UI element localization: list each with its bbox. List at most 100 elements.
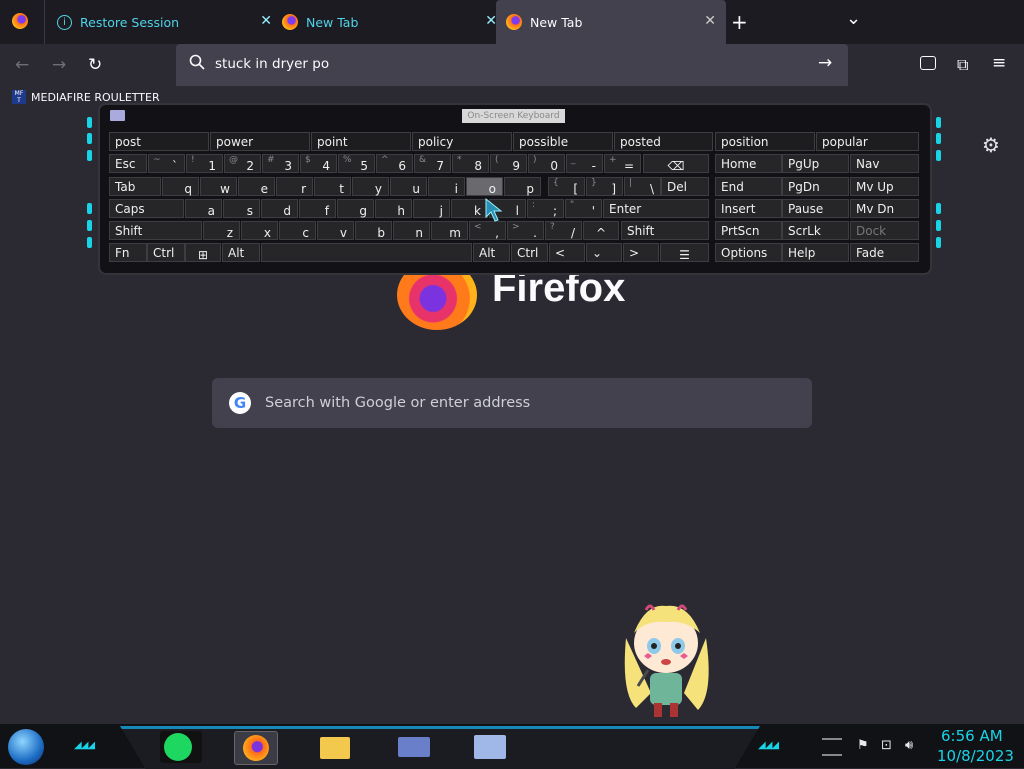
key-sym-0[interactable]: {[ xyxy=(548,177,585,196)
prediction-7[interactable]: position xyxy=(715,132,815,151)
key-6[interactable]: ^ 6 xyxy=(376,154,413,173)
close-tab-icon[interactable]: ✕ xyxy=(704,13,716,29)
start-button[interactable] xyxy=(8,729,44,765)
key-del[interactable]: Del xyxy=(661,177,709,196)
key-d[interactable]: d xyxy=(261,199,298,218)
spotify-icon[interactable] xyxy=(160,731,202,763)
prediction-5[interactable]: possible xyxy=(513,132,613,151)
key-scrlk[interactable]: ScrLk xyxy=(782,221,849,240)
key-n[interactable]: n xyxy=(393,221,430,240)
extensions-icon[interactable]: ⧉ xyxy=(957,55,968,75)
list-all-tabs-button[interactable]: ⌄ xyxy=(846,8,861,29)
key-right[interactable]: > xyxy=(623,243,659,262)
key-sym-2[interactable]: | \ xyxy=(624,177,661,196)
tab-restore-session[interactable]: i Restore Session ✕ xyxy=(44,0,282,44)
key-punct-1[interactable]: " ' xyxy=(565,199,602,218)
key-h[interactable]: h xyxy=(375,199,412,218)
address-input[interactable]: stuck in dryer po xyxy=(215,56,329,72)
key-help[interactable]: Help xyxy=(782,243,849,262)
key-prtscn[interactable]: PrtScn xyxy=(715,221,782,240)
key--[interactable]: _ - xyxy=(566,154,603,173)
show-desktop-icon[interactable] xyxy=(822,738,842,756)
control-panel-icon[interactable] xyxy=(392,731,434,763)
key-t[interactable]: t xyxy=(314,177,351,196)
key-down[interactable]: ⌄ xyxy=(586,243,622,262)
key-mv-up[interactable]: Mv Up xyxy=(850,177,919,196)
key-enter[interactable]: Enter xyxy=(603,199,709,218)
key-ctrl-left[interactable]: Ctrl xyxy=(147,243,185,262)
key-backspace[interactable]: ⌫ xyxy=(643,154,709,173)
key-menu[interactable]: ☰ xyxy=(660,243,709,262)
key-5[interactable]: % 5 xyxy=(338,154,375,173)
key-y[interactable]: y xyxy=(352,177,389,196)
key-c[interactable]: c xyxy=(279,221,316,240)
key-alt-right[interactable]: Alt xyxy=(473,243,510,262)
key-mv-dn[interactable]: Mv Dn xyxy=(850,199,919,218)
key-g[interactable]: g xyxy=(337,199,374,218)
prediction-6[interactable]: posted xyxy=(614,132,713,151)
key-r[interactable]: r xyxy=(276,177,313,196)
key-punct-0[interactable]: :; xyxy=(527,199,564,218)
key-punct2-2[interactable]: ? / xyxy=(545,221,582,240)
key-2[interactable]: @2 xyxy=(224,154,261,173)
prediction-1[interactable]: post xyxy=(109,132,209,151)
prediction-4[interactable]: policy xyxy=(412,132,512,151)
tab-new-tab-2[interactable]: New Tab ✕ xyxy=(496,0,726,44)
key-x[interactable]: x xyxy=(241,221,278,240)
back-button[interactable]: ← xyxy=(15,55,29,75)
file-explorer-icon[interactable] xyxy=(313,731,355,763)
flag-icon[interactable]: ⚑ xyxy=(857,738,869,753)
key-m[interactable]: m xyxy=(431,221,468,240)
key-4[interactable]: $4 xyxy=(300,154,337,173)
tab-new-tab-1[interactable]: New Tab ✕ xyxy=(270,0,507,44)
key-sym-1[interactable]: }] xyxy=(586,177,623,196)
gear-icon[interactable]: ⚙ xyxy=(982,133,1000,157)
bookmark-mediafire-rouletter[interactable]: MF T MEDIAFIRE ROULETTER xyxy=(12,90,160,104)
key-b[interactable]: b xyxy=(355,221,392,240)
key-up[interactable]: ^ xyxy=(583,221,619,240)
key-insert[interactable]: Insert xyxy=(715,199,782,218)
key-left[interactable]: < xyxy=(549,243,585,262)
key-v[interactable]: v xyxy=(317,221,354,240)
firefox-menu-icon[interactable] xyxy=(12,13,28,33)
new-tab-button[interactable]: + xyxy=(731,10,748,34)
key-e[interactable]: e xyxy=(238,177,275,196)
volume-icon[interactable]: 🔊︎ xyxy=(905,738,913,753)
key-esc[interactable]: Esc xyxy=(109,154,147,173)
key-end[interactable]: End xyxy=(715,177,782,196)
menu-icon[interactable]: ≡ xyxy=(992,53,1006,73)
key-shift-left[interactable]: Shift xyxy=(109,221,202,240)
prediction-8[interactable]: popular xyxy=(816,132,919,151)
key-options[interactable]: Options xyxy=(715,243,782,262)
key-shift-right[interactable]: Shift xyxy=(621,221,709,240)
key-alt-left[interactable]: Alt xyxy=(222,243,260,262)
key-caps[interactable]: Caps xyxy=(109,199,184,218)
key-1[interactable]: ! 1 xyxy=(186,154,223,173)
key-p[interactable]: p xyxy=(504,177,541,196)
key-dock[interactable]: Dock xyxy=(850,221,919,240)
key-ctrl-right[interactable]: Ctrl xyxy=(511,243,548,262)
key-pgdn[interactable]: PgDn xyxy=(782,177,849,196)
key-pgup[interactable]: PgUp xyxy=(782,154,849,173)
key-3[interactable]: #3 xyxy=(262,154,299,173)
key-fade[interactable]: Fade xyxy=(850,243,919,262)
key-pause[interactable]: Pause xyxy=(782,199,849,218)
clock-date[interactable]: 10/8/2023 xyxy=(937,747,1014,765)
key-space[interactable] xyxy=(261,243,472,262)
key-punct2-1[interactable]: >. xyxy=(507,221,544,240)
reload-button[interactable]: ↻ xyxy=(88,55,102,75)
clock-time[interactable]: 6:56 AM xyxy=(941,727,1003,745)
key-`[interactable]: ~ ` xyxy=(148,154,185,173)
key-9[interactable]: (9 xyxy=(490,154,527,173)
firefox-taskbar-icon[interactable] xyxy=(234,731,278,765)
key-q[interactable]: q xyxy=(162,177,199,196)
windows-key[interactable]: ⊞ xyxy=(185,243,221,262)
key-home[interactable]: Home xyxy=(715,154,782,173)
prediction-3[interactable]: point xyxy=(311,132,411,151)
network-icon[interactable]: ⊡ xyxy=(881,738,892,753)
key-k[interactable]: k xyxy=(451,199,488,218)
key-nav[interactable]: Nav xyxy=(850,154,919,173)
key-i[interactable]: i xyxy=(428,177,465,196)
key-tab[interactable]: Tab xyxy=(109,177,161,196)
key-fn[interactable]: Fn xyxy=(109,243,147,262)
